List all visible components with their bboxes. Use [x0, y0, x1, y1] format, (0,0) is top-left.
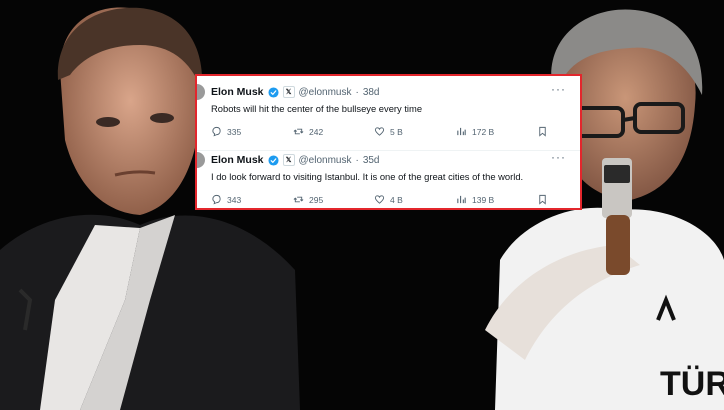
x-logo-icon: 𝕏 — [282, 154, 295, 166]
bookmark-icon — [539, 194, 546, 205]
tweet-header: Elon Musk 𝕏 @elonmusk · 38d — [211, 86, 380, 98]
reply-button[interactable]: 335 — [211, 126, 241, 137]
separator-dot: · — [355, 154, 359, 166]
bookmark-button[interactable] — [537, 126, 548, 137]
like-count: 4 B — [390, 194, 403, 205]
verified-icon — [267, 86, 279, 98]
views-button[interactable]: 172 B — [456, 126, 494, 137]
view-count: 172 B — [472, 126, 495, 137]
tweet-age[interactable]: 38d — [363, 87, 380, 98]
tweet-actions: 343 295 4 B 139 B — [211, 194, 551, 208]
verified-icon — [267, 154, 279, 166]
tweet[interactable]: Elon Musk 𝕏 @elonmusk · 38d ··· Robots w… — [197, 80, 580, 151]
retweet-button[interactable]: 242 — [293, 126, 323, 137]
avatar[interactable] — [197, 152, 205, 168]
more-options-icon[interactable]: ··· — [551, 82, 566, 96]
separator-dot: · — [355, 86, 359, 98]
views-icon — [457, 127, 466, 136]
retweet-count: 295 — [309, 194, 324, 205]
retweet-count: 242 — [309, 126, 324, 137]
author-name[interactable]: Elon Musk — [211, 86, 264, 98]
tweets-card: Elon Musk 𝕏 @elonmusk · 38d ··· Robots w… — [195, 74, 582, 210]
avatar[interactable] — [197, 84, 205, 100]
reply-icon — [212, 194, 221, 205]
x-logo-icon: 𝕏 — [282, 86, 295, 98]
collage-background: TÜR Elon Musk 𝕏 @elonmusk · 38d ··· Robo… — [0, 0, 724, 410]
views-icon — [457, 195, 466, 204]
bookmark-icon — [539, 126, 546, 137]
bookmark-button[interactable] — [537, 194, 548, 205]
reply-count: 343 — [227, 194, 242, 205]
like-button[interactable]: 4 B — [374, 194, 403, 205]
tweet-text: I do look forward to visiting Istanbul. … — [211, 171, 524, 182]
tweet-age[interactable]: 35d — [363, 155, 380, 166]
retweet-button[interactable]: 295 — [293, 194, 323, 205]
retweet-icon — [293, 196, 304, 203]
reply-icon — [212, 126, 221, 137]
more-options-icon[interactable]: ··· — [551, 150, 566, 164]
author-handle[interactable]: @elonmusk — [299, 155, 352, 166]
tweet-header: Elon Musk 𝕏 @elonmusk · 35d — [211, 154, 380, 166]
views-button[interactable]: 139 B — [456, 194, 494, 205]
tweet-actions: 335 242 5 B 172 B — [211, 126, 551, 140]
reply-count: 335 — [227, 126, 242, 137]
like-count: 5 B — [390, 126, 403, 137]
retweet-icon — [293, 128, 304, 135]
like-button[interactable]: 5 B — [374, 126, 403, 137]
view-count: 139 B — [472, 194, 495, 205]
author-name[interactable]: Elon Musk — [211, 154, 264, 166]
like-icon — [374, 127, 385, 136]
jersey-text: TÜR — [660, 365, 724, 403]
like-icon — [374, 195, 385, 204]
reply-button[interactable]: 343 — [211, 194, 241, 205]
tweet-text: Robots will hit the center of the bullse… — [211, 103, 423, 114]
author-handle[interactable]: @elonmusk — [299, 87, 352, 98]
tweet[interactable]: Elon Musk 𝕏 @elonmusk · 35d ··· I do loo… — [197, 148, 580, 208]
